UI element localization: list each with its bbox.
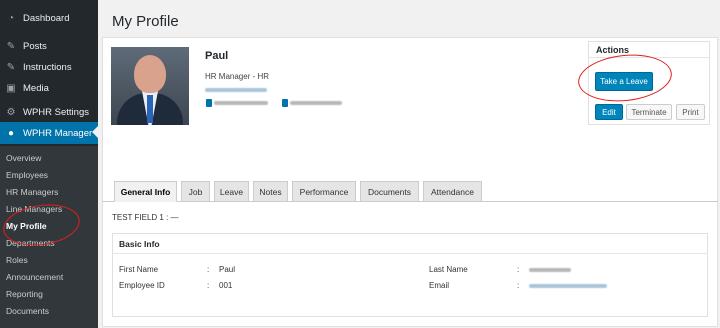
mobile-icon (282, 99, 288, 107)
basic-info-title: Basic Info (119, 239, 160, 249)
tab-documents[interactable]: Documents (360, 181, 419, 202)
pin-icon: ✎ (6, 40, 16, 52)
menu-label: Instructions (23, 61, 72, 73)
menu-posts[interactable]: ✎ Posts (0, 36, 98, 56)
last-name-label: Last Name (429, 265, 468, 274)
submenu-employees[interactable]: Employees (6, 170, 48, 180)
tab-attendance[interactable]: Attendance (423, 181, 482, 202)
employee-phone-redacted (214, 101, 268, 105)
separator: : (207, 265, 210, 274)
menu-instructions[interactable]: ✎ Instructions (0, 57, 98, 77)
tab-leave[interactable]: Leave (214, 181, 249, 202)
first-name-label: First Name (119, 265, 159, 274)
submenu-reporting[interactable]: Reporting (6, 289, 43, 299)
submenu-hr-managers[interactable]: HR Managers (6, 187, 58, 197)
tab-notes[interactable]: Notes (253, 181, 288, 202)
employee-email-redacted (205, 88, 267, 92)
admin-sidebar: ◔ Dashboard ✎ Posts ✎ Instructions ▣ Med… (0, 0, 98, 328)
employee-name: Paul (205, 50, 229, 62)
media-icon: ▣ (6, 82, 16, 94)
page-title: My Profile (112, 13, 179, 30)
terminate-button[interactable]: Terminate (626, 104, 672, 120)
employee-job-title: HR Manager - HR (205, 72, 270, 81)
menu-label: Posts (23, 40, 47, 52)
menu-label: Dashboard (23, 12, 70, 24)
employee-id-label: Employee ID (119, 281, 165, 290)
user-circle-icon: ● (7, 127, 15, 139)
avatar (111, 47, 189, 125)
edit-button[interactable]: Edit (595, 104, 623, 120)
submenu-roles[interactable]: Roles (6, 255, 28, 265)
tab-general-info[interactable]: General Info (114, 181, 177, 202)
separator: : (517, 265, 520, 274)
separator: : (517, 281, 520, 290)
submenu-overview[interactable]: Overview (6, 153, 41, 163)
menu-wphr-settings[interactable]: ⚙ WPHR Settings (0, 102, 98, 122)
basic-info-panel (112, 233, 708, 317)
gear-icon: ⚙ (6, 106, 16, 118)
employee-id-value: 001 (219, 281, 233, 290)
tab-job[interactable]: Job (181, 181, 210, 202)
menu-label: WPHR Manager (23, 127, 93, 139)
menu-label: WPHR Settings (23, 106, 89, 118)
pin-icon: ✎ (6, 61, 16, 73)
employee-mobile-redacted (290, 101, 342, 105)
menu-dashboard[interactable]: ◔ Dashboard (0, 8, 98, 28)
email-label: Email (429, 281, 450, 290)
first-name-value: Paul (219, 265, 236, 274)
submenu-announcement[interactable]: Announcement (6, 272, 63, 282)
divider (112, 253, 708, 254)
tab-performance[interactable]: Performance (292, 181, 356, 202)
test-field: TEST FIELD 1 : — (112, 213, 179, 222)
last-name-redacted (529, 268, 571, 272)
menu-media[interactable]: ▣ Media (0, 78, 98, 98)
phone-icon (206, 99, 212, 107)
submenu-documents[interactable]: Documents (6, 306, 49, 316)
actions-title: Actions (596, 45, 630, 55)
print-button[interactable]: Print (676, 104, 705, 120)
dashboard-icon: ◔ (7, 12, 15, 24)
menu-label: Media (23, 82, 49, 94)
menu-wphr-manager[interactable]: ● WPHR Manager (0, 122, 98, 144)
email-redacted[interactable] (529, 284, 607, 288)
separator: : (207, 281, 210, 290)
